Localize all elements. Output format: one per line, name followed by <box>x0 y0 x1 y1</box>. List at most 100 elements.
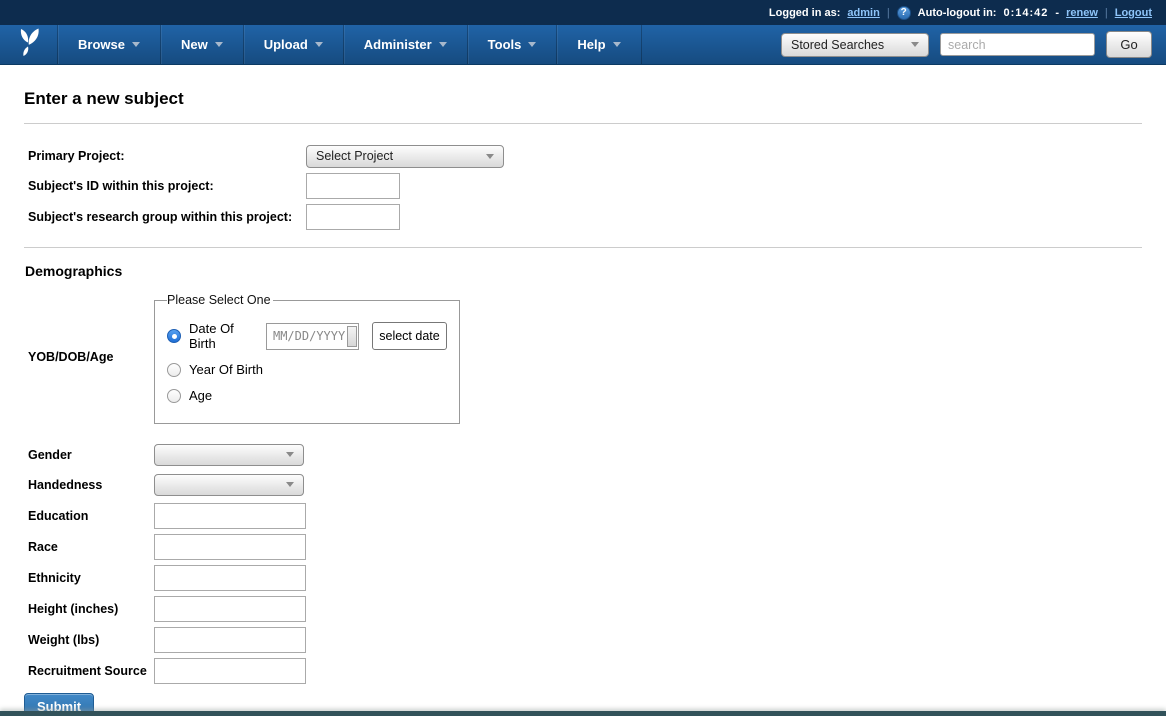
username-link[interactable]: admin <box>847 7 879 19</box>
chevron-down-icon <box>439 42 447 47</box>
nav-menu-new[interactable]: New <box>161 25 244 64</box>
ethnicity-field[interactable] <box>154 565 306 591</box>
chevron-down-icon <box>911 42 919 47</box>
help-icon[interactable]: ? <box>897 6 911 20</box>
nav-spacer <box>642 25 781 64</box>
nav-menu-label: Help <box>577 37 605 52</box>
form-row-recruitment-source: Recruitment Source <box>24 655 1142 686</box>
dash: - <box>1055 7 1059 19</box>
nav-menu-label: New <box>181 37 208 52</box>
renew-link[interactable]: renew <box>1066 7 1098 19</box>
page-content: Enter a new subject Primary Project: Sel… <box>0 89 1166 716</box>
subject-id-field[interactable] <box>306 173 400 199</box>
main-navbar: Browse New Upload Administer Tools Help … <box>0 25 1166 65</box>
nav-menu-label: Browse <box>78 37 125 52</box>
autologout-label: Auto-logout in: <box>918 7 997 19</box>
form-row-gender: Gender <box>24 440 1142 469</box>
divider <box>24 123 1142 124</box>
select-date-button[interactable]: select date <box>372 322 447 350</box>
primary-project-dropdown[interactable]: Select Project <box>306 145 504 168</box>
chevron-down-icon <box>613 42 621 47</box>
separator: | <box>1105 7 1108 19</box>
stored-searches-dropdown[interactable]: Stored Searches <box>781 33 929 57</box>
age-label: Age <box>189 388 212 403</box>
dob-input-wrap <box>266 323 359 350</box>
year-of-birth-radio[interactable] <box>167 363 181 377</box>
project-section: Primary Project: Select Project Subject'… <box>24 142 1142 232</box>
nav-menu-browse[interactable]: Browse <box>58 25 161 64</box>
stored-searches-value: Stored Searches <box>791 38 884 52</box>
height-label: Height (inches) <box>24 602 154 616</box>
nav-menu-administer[interactable]: Administer <box>344 25 468 64</box>
recruitment-source-label: Recruitment Source <box>24 664 154 678</box>
form-row-yob-dob-age: YOB/DOB/Age Please Select One Date Of Bi… <box>24 289 1142 424</box>
race-label: Race <box>24 540 154 554</box>
chevron-down-icon <box>486 154 494 159</box>
form-row-race: Race <box>24 531 1142 562</box>
ethnicity-label: Ethnicity <box>24 571 154 585</box>
subject-id-label: Subject's ID within this project: <box>24 179 306 193</box>
logged-in-label: Logged in as: <box>769 7 841 19</box>
race-field[interactable] <box>154 534 306 560</box>
spinner-icon[interactable] <box>347 326 357 347</box>
height-field[interactable] <box>154 596 306 622</box>
chevron-down-icon <box>528 42 536 47</box>
education-field[interactable] <box>154 503 306 529</box>
divider <box>24 247 1142 248</box>
handedness-dropdown[interactable] <box>154 474 304 496</box>
utility-bar: Logged in as: admin | ? Auto-logout in: … <box>0 0 1166 25</box>
form-row-primary-project: Primary Project: Select Project <box>24 142 1142 170</box>
logout-link[interactable]: Logout <box>1115 7 1152 19</box>
form-row-weight: Weight (lbs) <box>24 624 1142 655</box>
radio-row-date-of-birth: Date Of Birth select date <box>167 321 447 351</box>
primary-project-value: Select Project <box>316 149 393 163</box>
gender-dropdown[interactable] <box>154 444 304 466</box>
fieldset-legend: Please Select One <box>167 293 273 307</box>
form-row-subject-id: Subject's ID within this project: <box>24 170 1142 201</box>
separator: | <box>887 7 890 19</box>
form-row-ethnicity: Ethnicity <box>24 562 1142 593</box>
research-group-field[interactable] <box>306 204 400 230</box>
demographics-heading: Demographics <box>24 263 1142 279</box>
age-radio[interactable] <box>167 389 181 403</box>
nav-menu-help[interactable]: Help <box>557 25 641 64</box>
recruitment-source-field[interactable] <box>154 658 306 684</box>
form-row-handedness: Handedness <box>24 470 1142 499</box>
radio-row-age: Age <box>167 388 447 403</box>
chevron-down-icon <box>132 42 140 47</box>
nav-menu-label: Upload <box>264 37 308 52</box>
form-row-height: Height (inches) <box>24 593 1142 624</box>
chevron-down-icon <box>286 482 294 487</box>
xnat-logo[interactable] <box>0 25 58 64</box>
form-row-education: Education <box>24 500 1142 531</box>
go-button[interactable]: Go <box>1106 31 1152 58</box>
nav-menu-label: Tools <box>488 37 522 52</box>
weight-field[interactable] <box>154 627 306 653</box>
nav-menu-upload[interactable]: Upload <box>244 25 344 64</box>
footer-bar <box>0 711 1166 716</box>
education-label: Education <box>24 509 154 523</box>
please-select-one-fieldset: Please Select One Date Of Birth select d… <box>154 293 460 424</box>
nav-menu-tools[interactable]: Tools <box>468 25 558 64</box>
chevron-down-icon <box>215 42 223 47</box>
gender-label: Gender <box>24 448 154 462</box>
handedness-label: Handedness <box>24 478 154 492</box>
nav-menu-label: Administer <box>364 37 432 52</box>
chevron-down-icon <box>315 42 323 47</box>
autologout-timer: 0:14:42 <box>1003 7 1048 19</box>
page-title: Enter a new subject <box>24 89 1142 109</box>
nav-search-area: Stored Searches Go <box>781 25 1166 64</box>
primary-project-label: Primary Project: <box>24 149 306 163</box>
chevron-down-icon <box>286 452 294 457</box>
search-input[interactable] <box>940 33 1095 56</box>
dob-date-field[interactable] <box>266 323 359 350</box>
year-of-birth-label: Year Of Birth <box>189 362 263 377</box>
yob-dob-age-label: YOB/DOB/Age <box>24 350 154 364</box>
form-row-research-group: Subject's research group within this pro… <box>24 201 1142 232</box>
xnat-logo-icon <box>13 26 45 63</box>
date-of-birth-radio[interactable] <box>167 329 181 343</box>
date-of-birth-label: Date Of Birth <box>189 321 250 351</box>
radio-row-year-of-birth: Year Of Birth <box>167 362 447 377</box>
weight-label: Weight (lbs) <box>24 633 154 647</box>
demographics-section: YOB/DOB/Age Please Select One Date Of Bi… <box>24 289 1142 686</box>
